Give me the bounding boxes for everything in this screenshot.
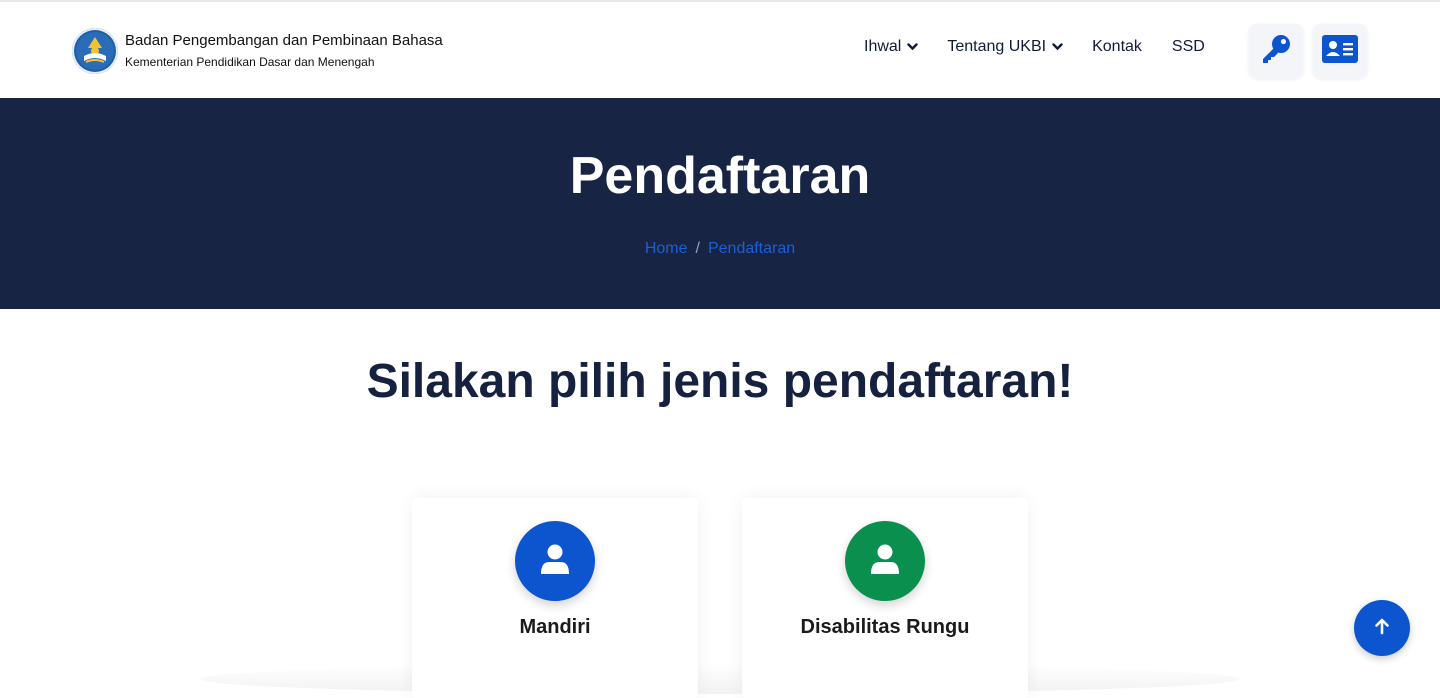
breadcrumb-current[interactable]: Pendaftaran [708,240,795,258]
brand[interactable]: Badan Pengembangan dan Pembinaan Bahasa … [72,28,443,74]
page-title: Pendaftaran [569,147,871,205]
nav-item-tentang-ukbi[interactable]: Tentang UKBI [947,38,1063,56]
nav-item-label: Kontak [1092,38,1142,55]
page-hero: Pendaftaran Home / Pendaftaran [0,98,1440,309]
user-icon [540,543,570,580]
user-icon [870,543,900,580]
brand-title: Badan Pengembangan dan Pembinaan Bahasa [125,32,443,49]
chevron-down-icon [1052,38,1063,56]
register-button[interactable] [1313,24,1367,78]
id-card-icon [1322,34,1358,68]
brand-subtitle: Kementerian Pendidikan Dasar dan Menenga… [125,55,375,69]
nav-item-kontak[interactable]: Kontak [1092,38,1142,56]
breadcrumb-separator: / [695,240,700,257]
cards-shadow [200,664,1240,694]
avatar [515,521,595,601]
option-card-disabilitas-rungu[interactable]: Disabilitas Rungu [742,498,1028,698]
option-label: Disabilitas Rungu [800,616,970,638]
site-header: Badan Pengembangan dan Pembinaan Bahasa … [0,2,1440,98]
tut-wuri-logo-icon [72,28,118,74]
login-button[interactable] [1249,24,1303,78]
nav-item-ssd[interactable]: SSD [1172,38,1205,56]
back-to-top-button[interactable] [1354,600,1410,656]
nav-item-label: Ihwal [864,38,902,55]
main-nav: Ihwal Tentang UKBI Kontak SSD [864,38,1205,56]
nav-item-label: Tentang UKBI [947,38,1047,55]
option-card-mandiri[interactable]: Mandiri [412,498,698,698]
avatar [845,521,925,601]
nav-item-ihwal[interactable]: Ihwal [864,38,919,56]
key-icon [1259,32,1293,71]
breadcrumb-home-link[interactable]: Home [645,240,688,258]
option-label: Mandiri [519,616,591,638]
chevron-down-icon [907,38,919,56]
section-heading: Silakan pilih jenis pendaftaran! [366,355,1074,408]
breadcrumb: Home / Pendaftaran [0,240,1440,258]
arrow-up-icon [1373,617,1391,640]
nav-item-label: SSD [1171,38,1205,55]
